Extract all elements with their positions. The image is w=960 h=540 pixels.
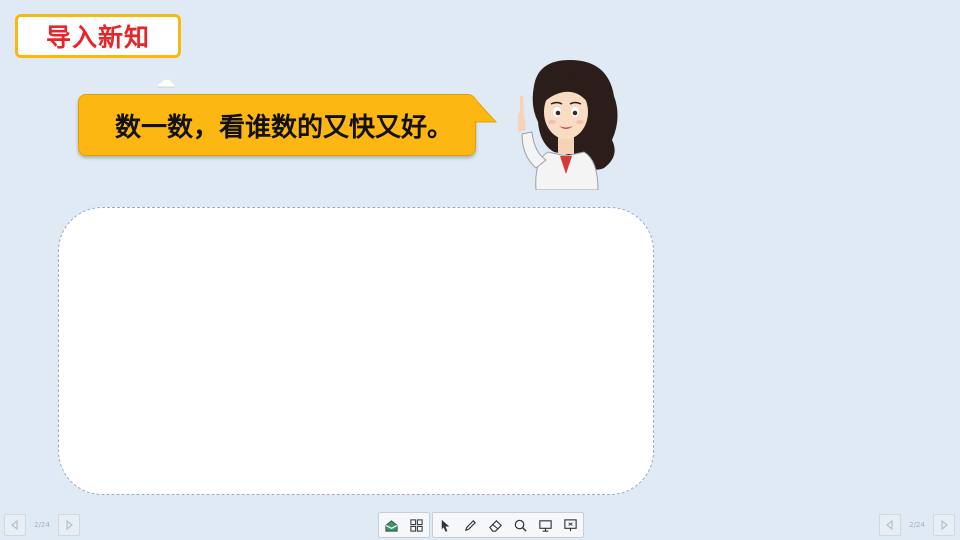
pen-button[interactable] [458,513,483,537]
home-icon [385,519,398,532]
toolbar-group-tools [432,512,584,538]
section-title: 导入新知 [15,14,181,58]
cloud-decoration [158,79,175,88]
section-title-text: 导入新知 [45,23,150,52]
home-button[interactable] [379,513,404,537]
speech-bubble-tail [474,97,498,123]
triangle-right-icon [66,520,73,530]
zoom-button[interactable] [508,513,533,537]
pen-icon [464,519,476,531]
pointer-button[interactable] [433,513,458,537]
screen-icon [539,519,552,532]
screen-button[interactable] [533,513,558,537]
presentation-toolbar [378,512,584,538]
presentation-button[interactable] [558,513,583,537]
triangle-left-icon [11,520,18,530]
page-navigation-left: 2/24 [4,513,80,537]
toolbar-group-navigation [378,512,430,538]
triangle-left-icon [886,520,893,530]
previous-page-button-right[interactable] [879,514,901,536]
presentation-icon [564,518,577,531]
page-indicator-right: 2/24 [909,521,925,529]
previous-page-button[interactable] [4,514,26,536]
next-page-button-right[interactable] [933,514,955,536]
magnifier-icon [514,519,527,532]
teacher-illustration [518,60,618,190]
drawing-canvas[interactable] [58,207,654,495]
grid-icon [410,518,423,532]
next-page-button[interactable] [58,514,80,536]
prompt-speech-bubble: 数一数，看谁数的又快又好。 [78,94,476,156]
page-indicator: 2/24 [34,521,50,529]
page-navigation-right: 2/24 [879,513,955,537]
eraser-icon [489,519,502,532]
triangle-right-icon [941,520,948,530]
overview-button[interactable] [404,513,429,537]
pointer-icon [441,519,450,532]
eraser-button[interactable] [483,513,508,537]
prompt-text: 数一数，看谁数的又快又好。 [115,112,454,143]
